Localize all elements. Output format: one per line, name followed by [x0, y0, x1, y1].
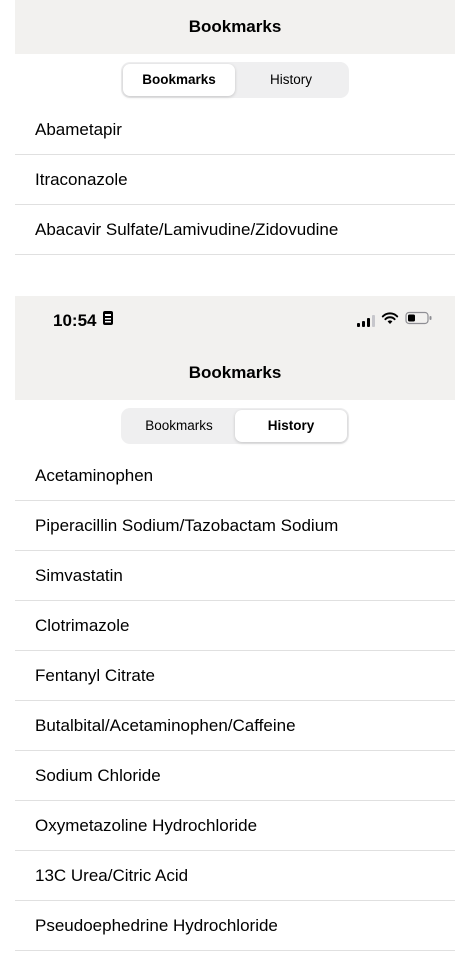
list-item[interactable]: Abacavir Sulfate/Lamivudine/Zidovudine [15, 205, 455, 255]
list-item[interactable]: 13C Urea/Citric Acid [15, 851, 455, 901]
wifi-icon [381, 311, 399, 330]
status-bar: 10:54 [15, 296, 455, 345]
history-list: Acetaminophen Piperacillin Sodium/Tazoba… [15, 451, 455, 951]
list-item[interactable]: Acetaminophen [15, 451, 455, 501]
list-item[interactable]: Sodium Chloride [15, 751, 455, 801]
badge-icon [102, 310, 114, 331]
battery-icon [405, 311, 433, 330]
status-time: 10:54 [53, 310, 97, 330]
list-item[interactable]: Piperacillin Sodium/Tazobactam Sodium [15, 501, 455, 551]
navigation-bar: Bookmarks [15, 345, 455, 400]
nav-title: Bookmarks [188, 362, 282, 382]
segmented-control-wrapper: Bookmarks History [15, 400, 455, 451]
segment-bookmarks[interactable]: Bookmarks [123, 63, 235, 96]
list-item[interactable]: Clotrimazole [15, 601, 455, 651]
segmented-control: Bookmarks History [121, 61, 349, 98]
segment-bookmarks[interactable]: Bookmarks [123, 410, 235, 442]
signal-icon [357, 314, 375, 327]
list-item[interactable]: Itraconazole [15, 155, 455, 205]
list-item[interactable]: Abametapir [15, 105, 455, 155]
bookmark-list: Abametapir Itraconazole Abacavir Sulfate… [15, 105, 455, 255]
segment-history[interactable]: History [235, 64, 347, 96]
list-item[interactable]: Oxymetazoline Hydrochloride [15, 801, 455, 851]
segmented-control: Bookmarks History [121, 407, 349, 444]
list-item[interactable]: Fentanyl Citrate [15, 651, 455, 701]
list-item[interactable]: Simvastatin [15, 551, 455, 601]
segment-history[interactable]: History [235, 409, 347, 442]
status-indicators [357, 311, 433, 330]
segmented-control-wrapper: Bookmarks History [15, 54, 455, 105]
list-item[interactable]: Pseudoephedrine Hydrochloride [15, 901, 455, 951]
status-time-group: 10:54 [53, 310, 114, 331]
navigation-bar: Bookmarks [15, 0, 455, 54]
bookmarks-screen-top: Bookmarks Bookmarks History Abametapir I… [15, 0, 455, 296]
bookmarks-screen-bottom: 10:54 Bookmarks Bookmarks History Acetam… [15, 296, 455, 964]
list-item[interactable]: Butalbital/Acetaminophen/Caffeine [15, 701, 455, 751]
nav-title: Bookmarks [188, 17, 282, 36]
